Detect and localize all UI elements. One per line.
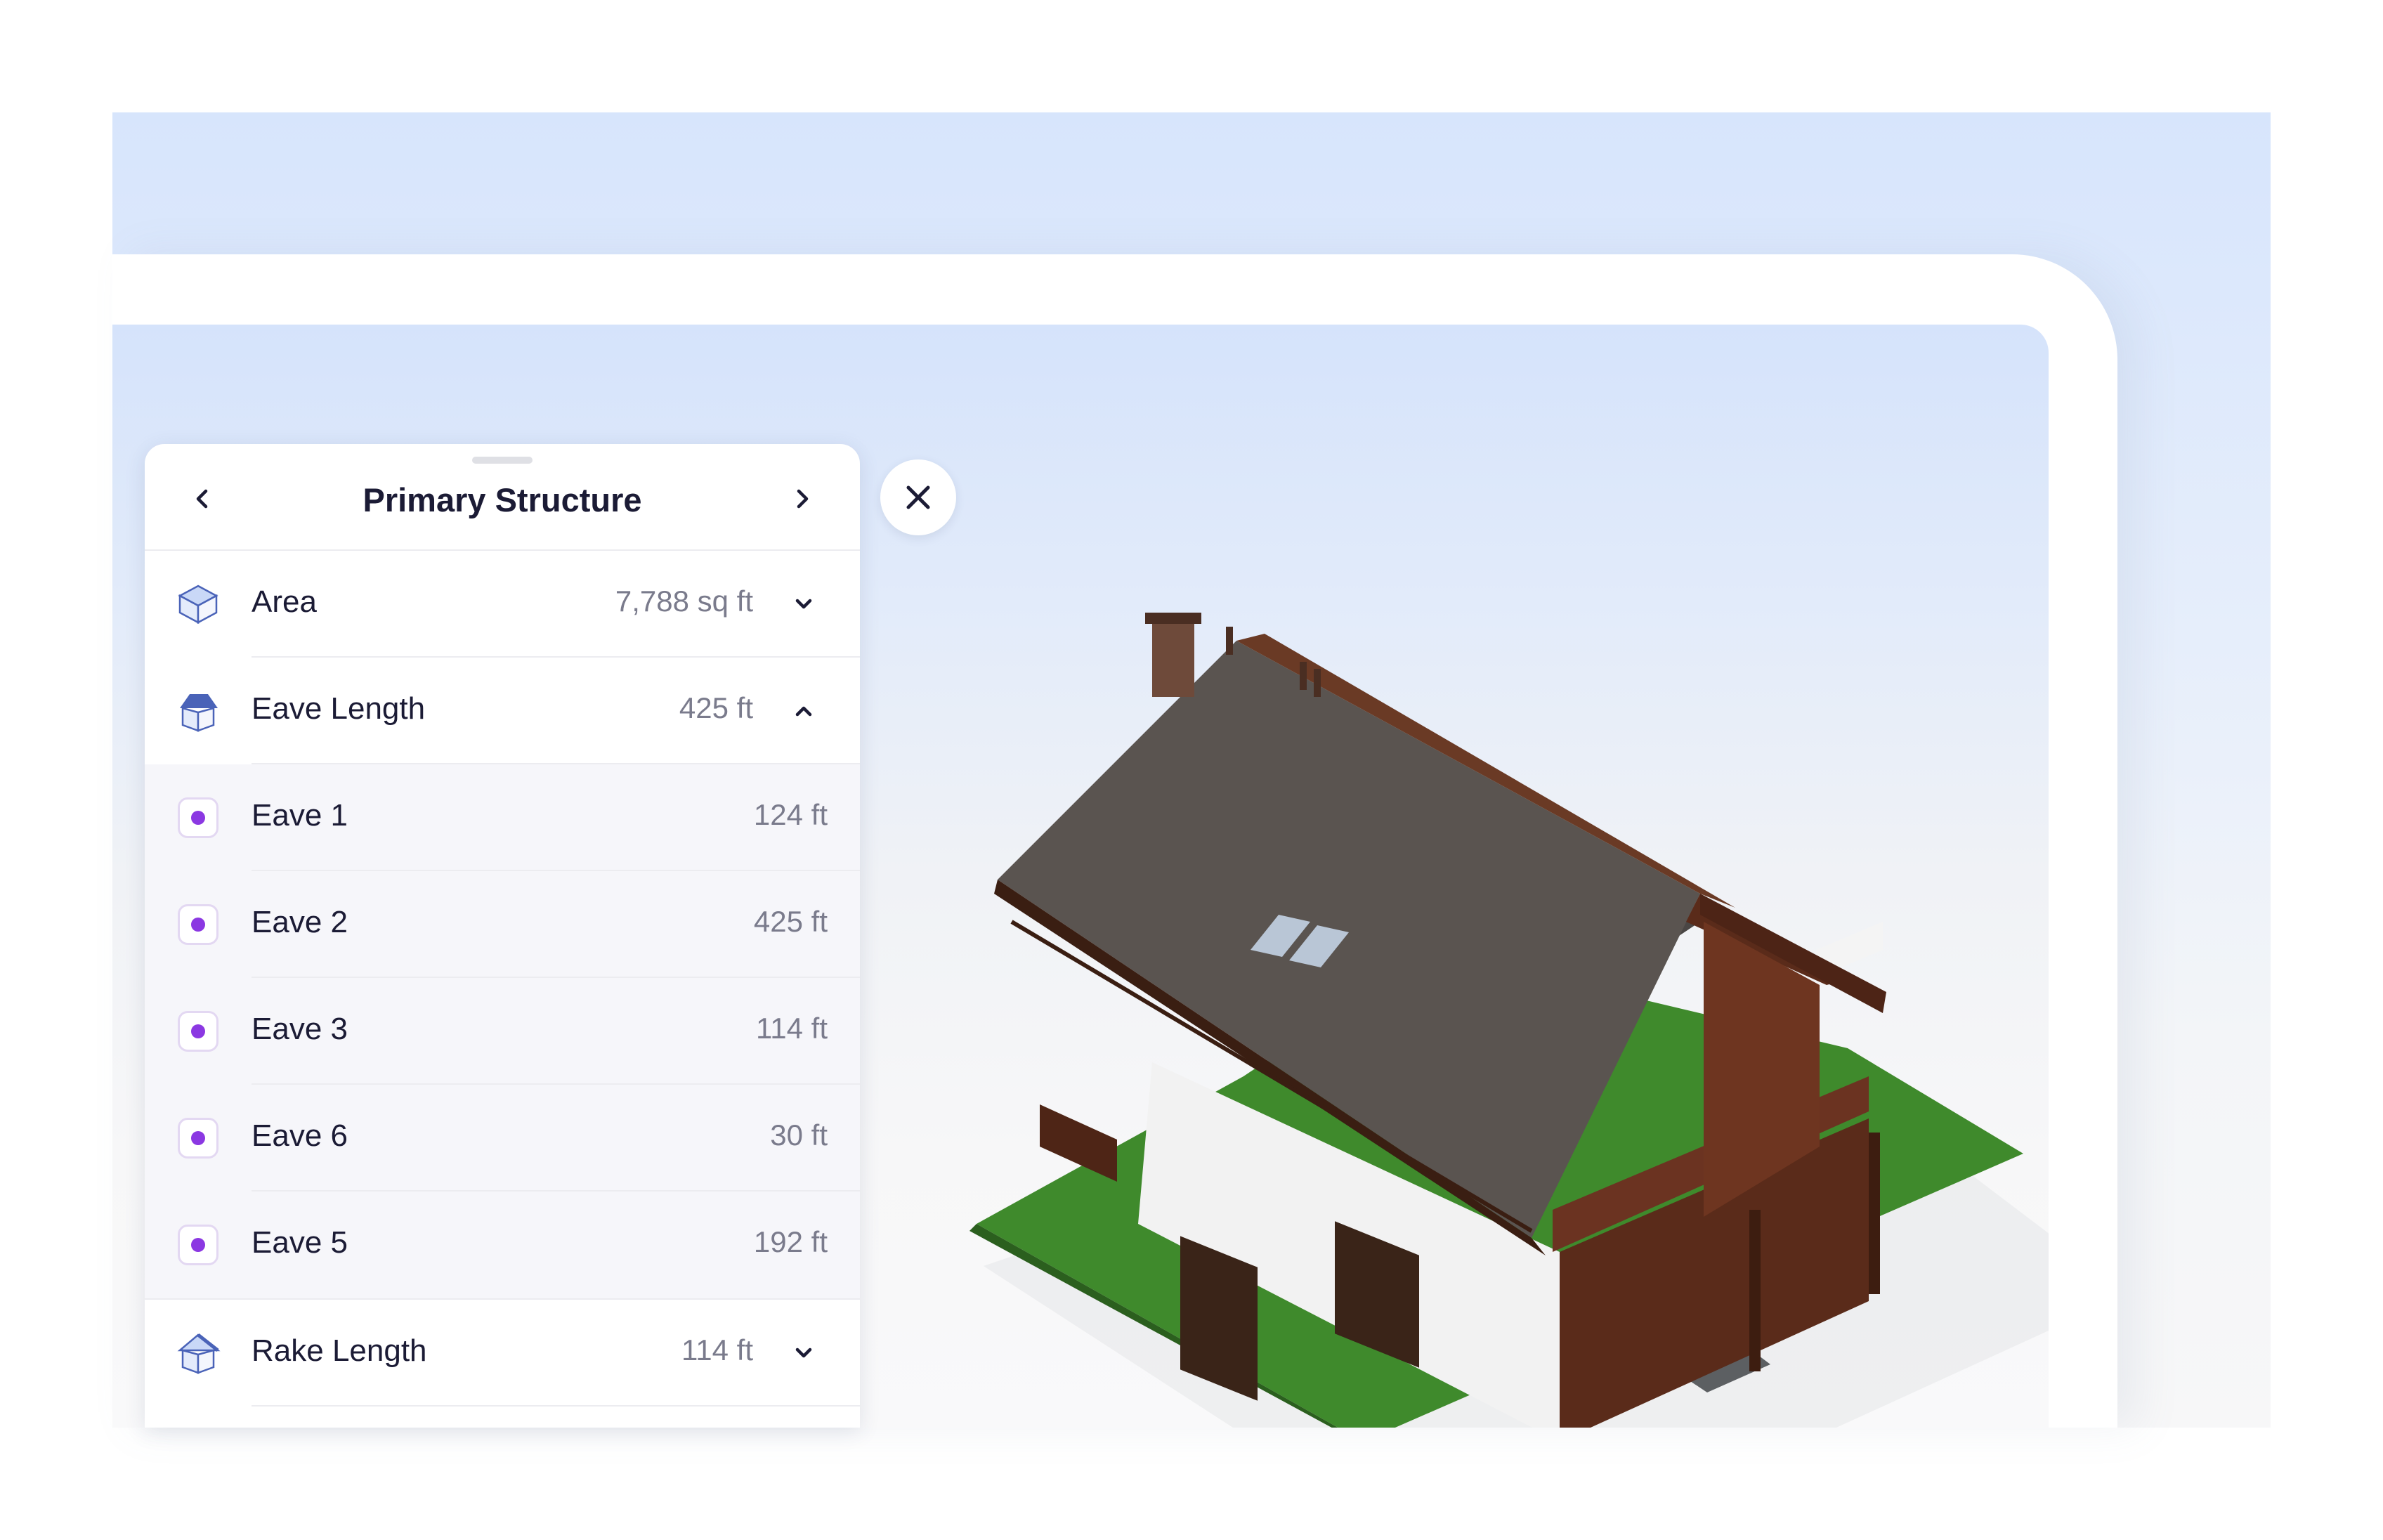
chevron-up-icon bbox=[795, 706, 812, 717]
row-label: Eave Length bbox=[252, 691, 426, 726]
row-value: 124 ft bbox=[753, 798, 828, 831]
eave-item[interactable]: Eave 1 124 ft bbox=[145, 764, 860, 871]
panel-title: Primary Structure bbox=[363, 481, 642, 518]
measurements-panel: Primary Structure Area 7,788 sq ft Eave … bbox=[145, 444, 860, 1428]
chevron-right-icon bbox=[797, 489, 809, 509]
eave-length-row[interactable]: Eave Length 425 ft bbox=[145, 658, 860, 764]
eave-item[interactable]: Eave 2 425 ft bbox=[145, 871, 860, 978]
row-value: 425 ft bbox=[753, 905, 828, 938]
close-icon bbox=[906, 485, 930, 509]
divider bbox=[252, 1405, 860, 1407]
eave-marker-icon bbox=[173, 792, 223, 843]
panel-header: Primary Structure bbox=[145, 444, 860, 551]
rake-length-icon bbox=[173, 1328, 223, 1378]
row-value: 114 ft bbox=[681, 1333, 753, 1366]
eave-item[interactable]: Eave 3 114 ft bbox=[145, 978, 860, 1085]
area-icon bbox=[173, 579, 223, 629]
row-label: Eave 5 bbox=[252, 1225, 348, 1260]
expand-button[interactable] bbox=[783, 1332, 825, 1374]
row-label: Eave 1 bbox=[252, 798, 348, 833]
rake-length-row[interactable]: Rake Length 114 ft bbox=[145, 1298, 860, 1407]
row-label: Area bbox=[252, 585, 317, 619]
row-label: Eave 6 bbox=[252, 1118, 348, 1153]
collapse-button[interactable] bbox=[783, 690, 825, 732]
eave-marker-icon bbox=[173, 1006, 223, 1057]
close-button[interactable] bbox=[880, 459, 956, 535]
row-value: 7,788 sq ft bbox=[615, 585, 753, 618]
row-label: Eave 2 bbox=[252, 905, 348, 939]
row-label: Rake Length bbox=[252, 1333, 427, 1368]
row-value: 425 ft bbox=[679, 691, 753, 724]
eave-item[interactable]: Eave 5 192 ft bbox=[145, 1192, 860, 1298]
chevron-down-icon bbox=[795, 1348, 812, 1358]
house-3d-model[interactable] bbox=[941, 556, 2049, 1428]
next-structure-button[interactable] bbox=[780, 476, 825, 521]
eave-item[interactable]: Eave 6 30 ft bbox=[145, 1085, 860, 1192]
row-value: 192 ft bbox=[753, 1225, 828, 1258]
eave-marker-icon bbox=[173, 899, 223, 950]
row-value: 30 ft bbox=[770, 1118, 828, 1151]
chevron-down-icon bbox=[795, 599, 812, 609]
eave-marker-icon bbox=[173, 1113, 223, 1163]
row-value: 114 ft bbox=[756, 1012, 828, 1045]
row-label: Eave 3 bbox=[252, 1012, 348, 1046]
expand-button[interactable] bbox=[783, 583, 825, 625]
eave-marker-icon bbox=[173, 1220, 223, 1270]
eave-length-icon bbox=[173, 686, 223, 736]
area-row[interactable]: Area 7,788 sq ft bbox=[145, 551, 860, 658]
